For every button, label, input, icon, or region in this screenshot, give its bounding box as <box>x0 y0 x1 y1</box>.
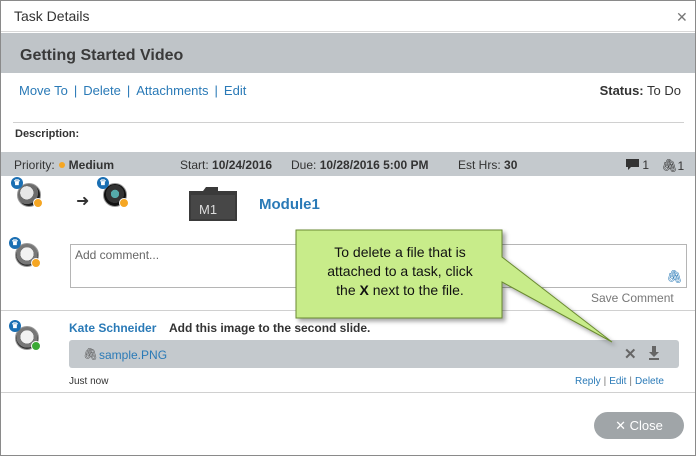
task-details-dialog: Task Details ✕ Getting Started Video Mov… <box>0 0 696 456</box>
start-value: 10/24/2016 <box>212 158 273 172</box>
priority: Priority: Medium <box>14 158 114 172</box>
comment-author[interactable]: Kate Schneider <box>69 321 156 335</box>
est-hours: Est Hrs: 30 <box>458 158 517 172</box>
separator: | <box>73 83 78 98</box>
callout-text-bold: X <box>359 282 369 298</box>
callout-line: the X next to the file. <box>300 281 500 300</box>
separator: | <box>629 376 633 387</box>
delete-link[interactable]: Delete <box>83 83 121 98</box>
module-icon-text: M1 <box>199 202 217 217</box>
avatar: ♛ <box>9 320 41 351</box>
comment-count[interactable]: 1 <box>626 158 649 172</box>
task-actions: Move To | Delete | Attachments | Edit <box>19 83 246 98</box>
dialog-title: Task Details <box>14 8 90 24</box>
comment-attachment: 🖇 sample.PNG ✕ <box>69 340 679 368</box>
callout-text-part: the <box>336 282 360 298</box>
attachment-count[interactable]: 🖇1 <box>661 158 684 174</box>
priority-value: Medium <box>68 158 115 172</box>
move-to-link[interactable]: Move To <box>19 83 68 98</box>
close-icon[interactable]: ✕ <box>676 9 688 26</box>
avatar[interactable]: ♛ <box>11 177 43 208</box>
comment-actions: Reply | Edit | Delete <box>575 376 664 387</box>
callout-text: To delete a file that is attached to a t… <box>300 243 500 300</box>
avatar: ♛ <box>9 237 41 268</box>
divider <box>1 392 695 393</box>
callout-line: To delete a file that is <box>334 244 466 260</box>
comment-timestamp: Just now <box>69 376 109 387</box>
comment-text: Add this image to the second slide. <box>169 321 371 335</box>
due-value: 10/28/2016 5:00 PM <box>319 158 429 172</box>
status-value: To Do <box>647 83 681 98</box>
status-label: Status: <box>599 83 644 98</box>
divider <box>1 310 695 311</box>
attach-file-icon[interactable]: 🖇 <box>666 269 683 285</box>
delete-comment-link[interactable]: Delete <box>635 376 664 387</box>
avatar[interactable]: ♛ <box>97 177 129 208</box>
separator: | <box>603 376 607 387</box>
status-badge <box>31 341 41 351</box>
close-button[interactable]: ✕ Close <box>594 412 684 439</box>
download-icon[interactable] <box>649 346 659 360</box>
close-button-label: Close <box>629 418 663 433</box>
attachments-link[interactable]: Attachments <box>136 83 208 98</box>
start-label: Start: <box>180 158 209 172</box>
comment-count-value: 1 <box>642 158 650 172</box>
attachment-file-link[interactable]: sample.PNG <box>99 348 167 362</box>
callout-text-part: next to the file. <box>368 282 464 298</box>
est-label: Est Hrs: <box>458 158 501 172</box>
reply-link[interactable]: Reply <box>575 376 601 387</box>
divider <box>13 122 684 123</box>
module-link[interactable]: Module1 <box>259 196 320 213</box>
est-value: 30 <box>504 158 518 172</box>
attachment-count-value: 1 <box>677 159 685 173</box>
description-label: Description: <box>15 128 80 140</box>
comment-icon <box>626 159 639 170</box>
task-title: Getting Started Video <box>20 47 184 64</box>
save-comment-button[interactable]: Save Comment <box>591 291 674 305</box>
edit-comment-link[interactable]: Edit <box>609 376 626 387</box>
separator: | <box>214 83 218 98</box>
crown-icon: ♛ <box>9 320 21 332</box>
priority-label: Priority: <box>14 158 55 172</box>
crown-icon: ♛ <box>9 237 21 249</box>
paperclip-icon: 🖇 <box>661 158 678 173</box>
module-folder-icon: M1 <box>189 187 237 221</box>
divider <box>1 31 695 32</box>
crown-icon: ♛ <box>11 177 23 189</box>
due-date: Due: 10/28/2016 5:00 PM <box>291 158 428 172</box>
start-date: Start: 10/24/2016 <box>180 158 272 172</box>
callout-line: attached to a task, click <box>327 263 473 279</box>
task-status: Status: To Do <box>600 83 681 98</box>
close-icon: ✕ <box>615 418 627 433</box>
arrow-right-icon: ➜ <box>76 193 90 210</box>
paperclip-icon: 🖇 <box>83 347 99 361</box>
status-badge <box>31 258 41 268</box>
task-info-bar: Priority: Medium Start: 10/24/2016 Due: 1… <box>1 152 695 176</box>
priority-dot-icon <box>58 161 65 168</box>
separator: | <box>126 83 131 98</box>
crown-icon: ♛ <box>97 177 109 189</box>
due-label: Due: <box>291 158 317 172</box>
status-badge <box>33 198 43 208</box>
status-badge <box>119 198 129 208</box>
delete-attachment-icon[interactable]: ✕ <box>624 345 637 363</box>
edit-link[interactable]: Edit <box>224 83 246 98</box>
